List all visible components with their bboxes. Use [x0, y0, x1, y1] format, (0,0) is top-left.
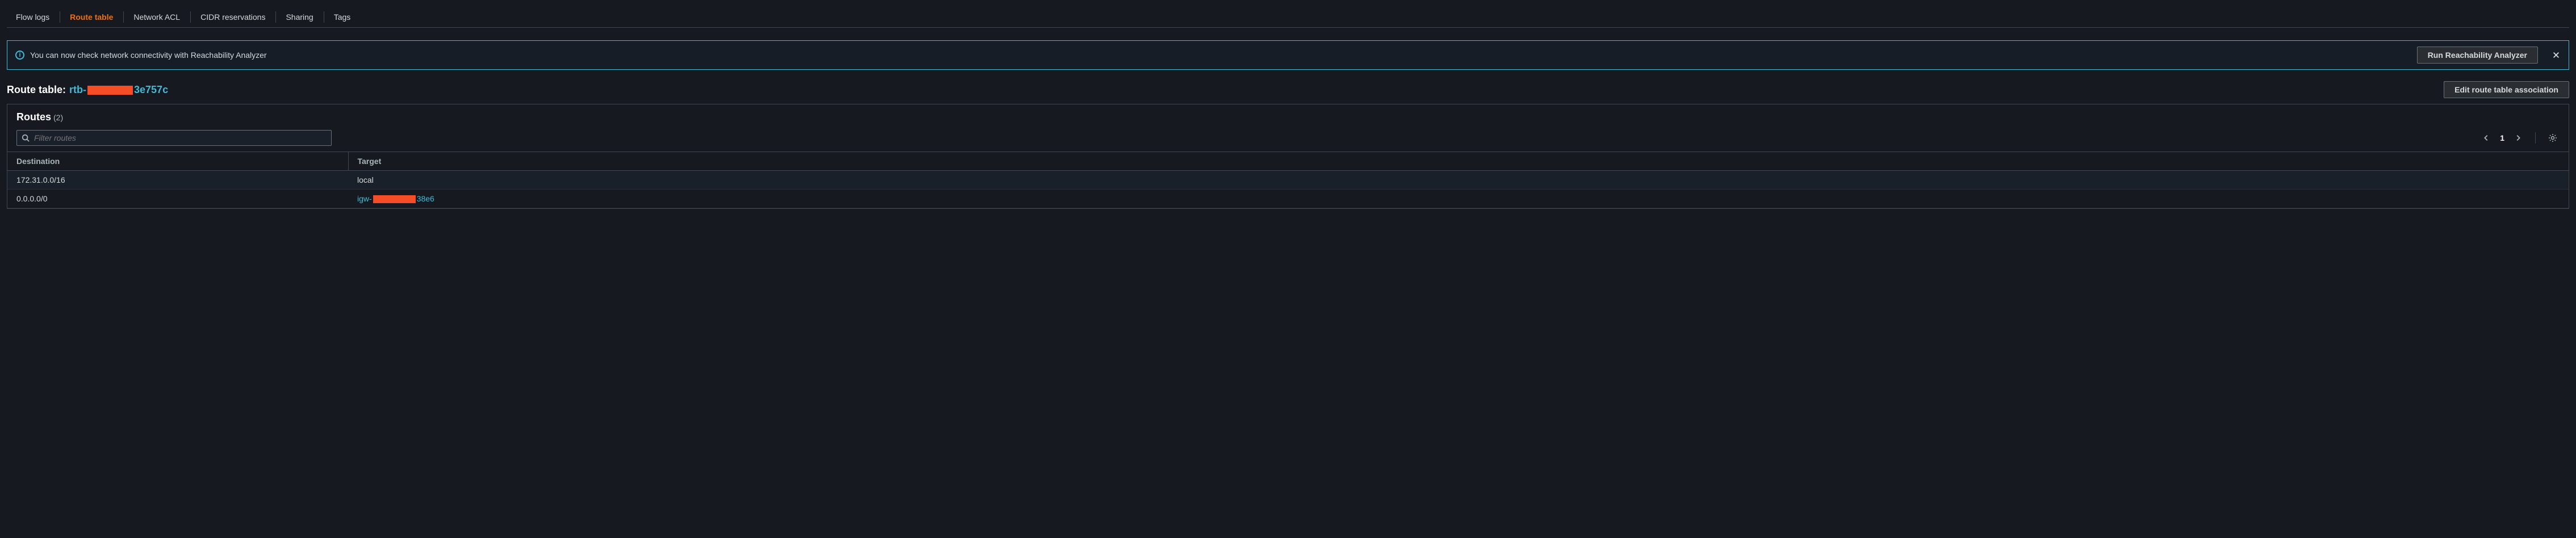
route-table-section-header: Route table: rtb- 3e757c Edit route table… — [7, 81, 2569, 98]
reachability-banner: i You can now check network connectivity… — [7, 40, 2569, 70]
edit-route-table-association-button[interactable]: Edit route table association — [2444, 81, 2569, 98]
table-row: 172.31.0.0/16 local — [7, 171, 2569, 190]
tab-bar: Flow logs Route table Network ACL CIDR r… — [7, 7, 2569, 28]
filter-routes-input[interactable] — [34, 133, 327, 142]
next-page-button[interactable] — [2511, 131, 2525, 145]
close-icon[interactable] — [2552, 51, 2561, 60]
route-table-id-prefix: rtb- — [69, 84, 86, 95]
col-target[interactable]: Target — [348, 152, 2569, 171]
tab-cidr-reservations[interactable]: CIDR reservations — [190, 7, 275, 27]
igw-link[interactable]: igw- 38e6 — [357, 194, 434, 203]
tab-tags[interactable]: Tags — [324, 7, 361, 27]
cell-destination: 0.0.0.0/0 — [7, 190, 348, 208]
table-row: 0.0.0.0/0 igw- 38e6 — [7, 190, 2569, 208]
pager: 1 — [2479, 131, 2560, 145]
col-destination[interactable]: Destination — [7, 152, 348, 171]
route-table-label: Route table: — [7, 84, 66, 96]
tab-network-acl[interactable]: Network ACL — [123, 7, 190, 27]
cell-target: local — [348, 171, 2569, 190]
cell-destination: 172.31.0.0/16 — [7, 171, 348, 190]
search-icon — [22, 134, 30, 142]
pager-divider — [2535, 132, 2536, 144]
filter-row: 1 — [7, 130, 2569, 152]
routes-table: Destination Target 172.31.0.0/16 local 0… — [7, 152, 2569, 208]
banner-message: You can now check network connectivity w… — [30, 51, 267, 60]
igw-prefix: igw- — [357, 194, 372, 203]
routes-count: (2) — [53, 113, 63, 122]
run-reachability-analyzer-button[interactable]: Run Reachability Analyzer — [2417, 47, 2538, 64]
filter-routes-search[interactable] — [16, 130, 332, 146]
tab-route-table[interactable]: Route table — [60, 7, 123, 27]
routes-title: Routes — [16, 111, 51, 123]
route-table-id-suffix: 3e757c — [134, 84, 168, 95]
igw-suffix: 38e6 — [417, 194, 434, 203]
prev-page-button[interactable] — [2479, 131, 2493, 145]
routes-panel-header: Routes (2) — [7, 104, 2569, 130]
redacted-segment — [87, 86, 133, 95]
routes-panel: Routes (2) 1 — [7, 104, 2569, 209]
cell-target: igw- 38e6 — [348, 190, 2569, 208]
page-number: 1 — [2500, 133, 2504, 142]
tab-flow-logs[interactable]: Flow logs — [7, 7, 60, 27]
redacted-segment — [373, 195, 416, 203]
route-table-id-link[interactable]: rtb- 3e757c — [69, 84, 168, 96]
settings-button[interactable] — [2546, 131, 2560, 145]
info-icon: i — [15, 51, 24, 60]
tab-sharing[interactable]: Sharing — [275, 7, 323, 27]
